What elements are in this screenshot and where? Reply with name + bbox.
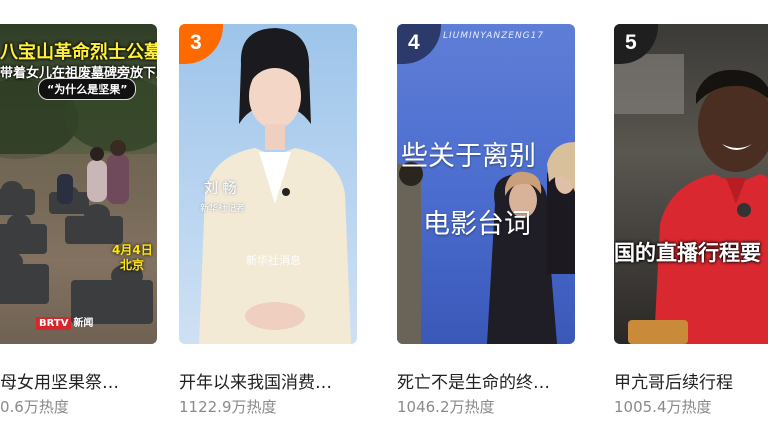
anchor-role: 新华社记者: [200, 204, 246, 214]
video-thumbnail[interactable]: 5 国的直播行程要: [614, 24, 768, 344]
heat-count: 1122.9万热度: [179, 398, 277, 416]
video-title[interactable]: 死亡不是生命的终…: [397, 368, 550, 393]
video-title[interactable]: 母女用坚果祭…: [0, 368, 119, 393]
heat-count: 0.6万热度: [0, 398, 69, 416]
overlay-title: 八宝山革命烈士公墓: [0, 42, 157, 63]
heat-count: 1005.4万热度: [614, 398, 712, 416]
video-title[interactable]: 开年以来我国消费…: [179, 368, 332, 393]
video-card[interactable]: 八宝山革命烈士公墓 带着女儿在祖废墓碑旁放下坚果 “为什么是坚果” 4月4日 北…: [0, 24, 157, 416]
source-watermark: 新华社消息: [246, 254, 301, 267]
video-thumbnail[interactable]: 八宝山革命烈士公墓 带着女儿在祖废墓碑旁放下坚果 “为什么是坚果” 4月4日 北…: [0, 24, 157, 344]
heat-count: 1046.2万热度: [397, 398, 495, 416]
video-thumbnail[interactable]: 4 LIUMINYANZENG17 些关于离别 电影台词: [397, 24, 575, 344]
video-card[interactable]: 4 LIUMINYANZENG17 些关于离别 电影台词 死亡不是生命的终… 1…: [397, 24, 575, 416]
overlay-title: 些关于离别: [401, 141, 536, 172]
video-title[interactable]: 甲亢哥后续行程: [614, 368, 733, 393]
overlay-place: 北京: [120, 258, 145, 272]
streamer-scene: [614, 54, 768, 344]
brtv-logo: BRTV 新闻: [36, 314, 93, 330]
movie-collage: [397, 142, 575, 344]
overlay-title: 国的直播行程要: [614, 241, 761, 265]
overlay-subtitle: 电影台词: [423, 209, 531, 240]
video-card[interactable]: 5 国的直播行程要 甲亢哥后续行程 1005.4万热度: [614, 24, 768, 416]
video-card[interactable]: 3 刘 畅 新华社记者 新华社消息 开年以来我国消费… 1122.9万热度: [179, 24, 357, 416]
anchor-name: 刘 畅: [204, 181, 237, 197]
overlay-tag: “为什么是坚果”: [38, 78, 137, 100]
video-thumbnail[interactable]: 3 刘 畅 新华社记者 新华社消息: [179, 24, 357, 344]
channel-watermark: LIUMINYANZENG17: [443, 31, 545, 41]
